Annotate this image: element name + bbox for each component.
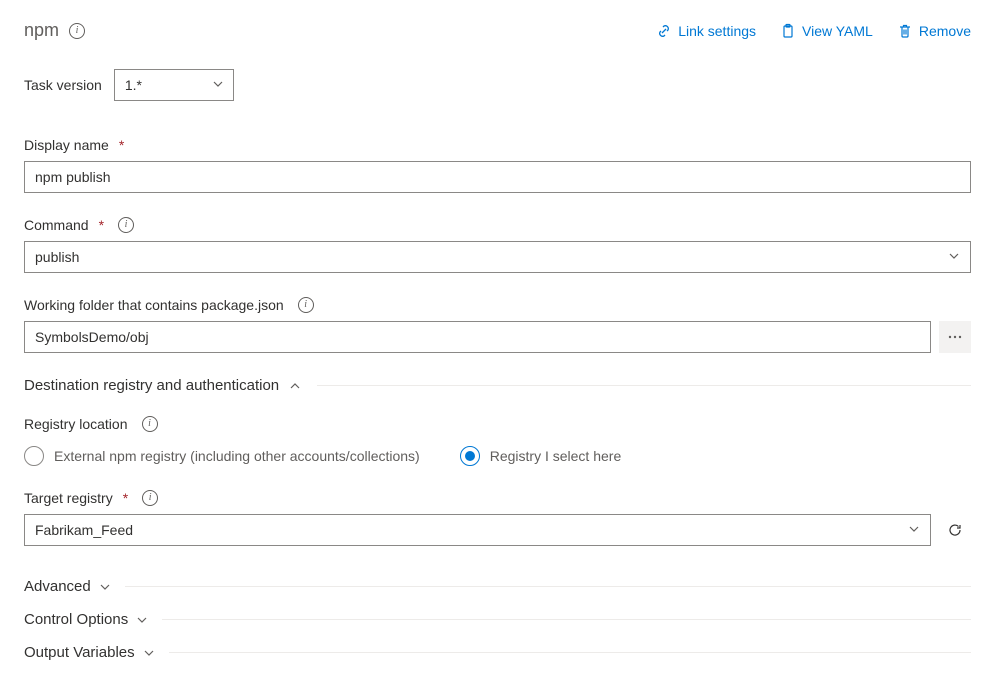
link-settings-button[interactable]: Link settings xyxy=(656,23,756,39)
required-marker: * xyxy=(123,490,128,506)
section-control-options-label: Control Options xyxy=(24,611,128,628)
ellipsis-icon xyxy=(948,335,962,339)
task-title: npm xyxy=(24,20,59,41)
clipboard-icon xyxy=(780,23,796,39)
chevron-up-icon xyxy=(289,380,301,392)
radio-icon xyxy=(24,446,44,466)
chevron-down-icon xyxy=(143,647,155,659)
task-version-label: Task version xyxy=(24,77,102,93)
link-settings-label: Link settings xyxy=(678,23,756,39)
remove-label: Remove xyxy=(919,23,971,39)
required-marker: * xyxy=(119,137,124,153)
divider xyxy=(169,652,971,653)
radio-external-registry[interactable]: External npm registry (including other a… xyxy=(24,446,420,466)
refresh-button[interactable] xyxy=(939,514,971,546)
section-advanced-label: Advanced xyxy=(24,578,91,595)
refresh-icon xyxy=(947,522,963,538)
target-registry-label: Target registry xyxy=(24,490,113,506)
task-version-value: 1.* xyxy=(125,77,142,93)
chevron-down-icon xyxy=(99,581,111,593)
display-name-input[interactable] xyxy=(24,161,971,193)
divider xyxy=(317,385,971,386)
working-folder-input[interactable] xyxy=(24,321,931,353)
section-output-variables-label: Output Variables xyxy=(24,644,135,661)
remove-button[interactable]: Remove xyxy=(897,23,971,39)
required-marker: * xyxy=(99,217,104,233)
registry-location-label: Registry location xyxy=(24,416,128,432)
info-icon[interactable]: i xyxy=(118,217,134,233)
radio-select-here[interactable]: Registry I select here xyxy=(460,446,622,466)
divider xyxy=(162,619,971,620)
radio-select-here-label: Registry I select here xyxy=(490,448,622,464)
divider xyxy=(125,586,971,587)
command-label: Command xyxy=(24,217,89,233)
radio-icon-selected xyxy=(460,446,480,466)
section-control-options[interactable]: Control Options xyxy=(24,603,971,636)
info-icon[interactable]: i xyxy=(142,416,158,432)
radio-external-label: External npm registry (including other a… xyxy=(54,448,420,464)
link-icon xyxy=(656,23,672,39)
chevron-down-icon xyxy=(948,250,960,262)
command-value: publish xyxy=(35,249,79,265)
working-folder-label: Working folder that contains package.jso… xyxy=(24,297,284,313)
info-icon[interactable]: i xyxy=(298,297,314,313)
section-advanced[interactable]: Advanced xyxy=(24,570,971,603)
section-destination-registry[interactable]: Destination registry and authentication xyxy=(24,377,971,394)
target-registry-select[interactable]: Fabrikam_Feed xyxy=(24,514,931,546)
section-output-variables[interactable]: Output Variables xyxy=(24,636,971,669)
chevron-down-icon xyxy=(908,523,920,535)
chevron-down-icon xyxy=(136,614,148,626)
target-registry-value: Fabrikam_Feed xyxy=(35,522,133,538)
view-yaml-button[interactable]: View YAML xyxy=(780,23,873,39)
section-title: Destination registry and authentication xyxy=(24,377,279,394)
display-name-label: Display name xyxy=(24,137,109,153)
trash-icon xyxy=(897,23,913,39)
command-select[interactable]: publish xyxy=(24,241,971,273)
task-version-select[interactable]: 1.* xyxy=(114,69,234,101)
info-icon[interactable]: i xyxy=(69,23,85,39)
view-yaml-label: View YAML xyxy=(802,23,873,39)
browse-button[interactable] xyxy=(939,321,971,353)
info-icon[interactable]: i xyxy=(142,490,158,506)
